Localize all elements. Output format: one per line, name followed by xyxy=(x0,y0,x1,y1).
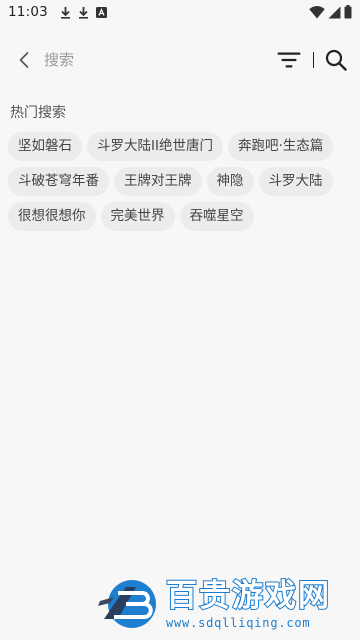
back-button[interactable] xyxy=(12,48,36,72)
watermark: 百贵游戏网 www.sdqlliqing.com xyxy=(96,572,360,636)
hot-search-tag[interactable]: 吞噬星空 xyxy=(179,202,254,231)
watermark-title: 百贵游戏网 xyxy=(165,577,331,615)
status-notification-icons xyxy=(60,6,107,19)
wifi-icon xyxy=(309,5,325,18)
status-time: 11:03 xyxy=(8,4,48,20)
battery-icon xyxy=(344,5,352,19)
hot-search-tag[interactable]: 斗罗大陆II绝世唐门 xyxy=(87,132,223,161)
signal-icon xyxy=(328,6,341,18)
hot-search-tag[interactable]: 王牌对王牌 xyxy=(114,167,202,196)
header-divider xyxy=(312,52,314,68)
search-icon xyxy=(325,49,347,71)
hot-search-tag[interactable]: 神隐 xyxy=(206,167,254,196)
filter-button[interactable] xyxy=(275,46,303,74)
search-button[interactable] xyxy=(322,46,350,74)
status-left: 11:03 xyxy=(8,4,107,20)
watermark-url: www.sdqlliqing.com xyxy=(166,616,311,630)
search-input[interactable] xyxy=(44,44,275,76)
back-arrow-icon xyxy=(19,52,29,68)
status-bar: 11:03 xyxy=(0,0,360,24)
download-icon xyxy=(78,6,88,19)
hot-search-tags: 坚如磐石 斗罗大陆II绝世唐门 奔跑吧·生态篇 斗破苍穹年番 王牌对王牌 神隐 … xyxy=(0,126,360,231)
status-right xyxy=(309,5,352,19)
filter-icon xyxy=(277,52,300,68)
hot-search-tag[interactable]: 很想很想你 xyxy=(8,202,96,231)
hot-search-tag[interactable]: 斗破苍穹年番 xyxy=(8,167,109,196)
hot-search-tag[interactable]: 坚如磐石 xyxy=(8,132,82,161)
hot-search-tag[interactable]: 奔跑吧·生态篇 xyxy=(227,132,334,161)
hot-search-tag[interactable]: 完美世界 xyxy=(100,202,175,231)
watermark-text: 百贵游戏网 www.sdqlliqing.com xyxy=(165,577,331,630)
download-icon xyxy=(60,6,70,19)
hot-search-tag[interactable]: 斗罗大陆 xyxy=(258,167,333,196)
app-notification-icon xyxy=(95,6,107,18)
hot-search-title: 热门搜索 xyxy=(10,105,66,121)
search-header xyxy=(0,24,360,96)
watermark-logo-icon xyxy=(98,580,156,628)
